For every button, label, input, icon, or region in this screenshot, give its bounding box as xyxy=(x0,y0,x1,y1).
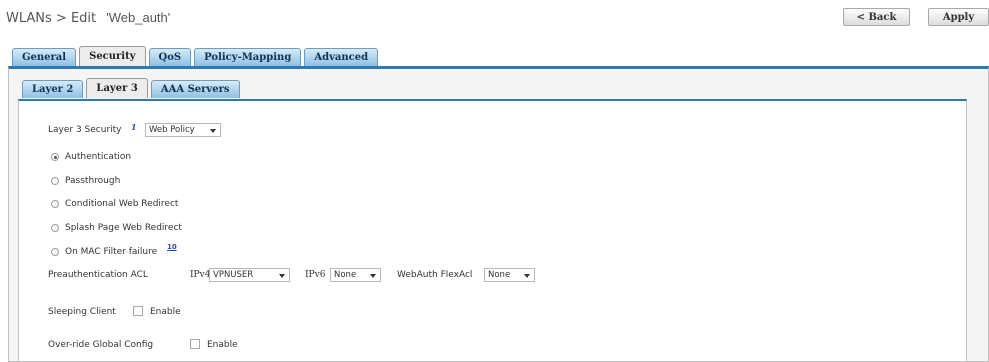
option-passthrough-label: Passthrough xyxy=(65,176,121,186)
tab-qos[interactable]: QoS xyxy=(148,48,192,66)
option-splash-label: Splash Page Web Redirect xyxy=(65,223,182,233)
webauth-flexacl-label: WebAuth FlexAcl xyxy=(397,270,473,280)
option-authentication-label: Authentication xyxy=(65,152,132,162)
ipv4-label: IPv4 xyxy=(190,270,211,280)
sleeping-client-enable-label: Enable xyxy=(150,307,181,317)
tab-general[interactable]: General xyxy=(12,48,77,66)
override-global-config-label: Over-ride Global Config xyxy=(48,340,154,350)
ipv4-acl-value: VPNUSER xyxy=(213,270,254,280)
layer3-security-select[interactable]: Web Policy xyxy=(145,123,221,137)
option-conditional-label: Conditional Web Redirect xyxy=(65,199,179,209)
sleeping-client-label: Sleeping Client xyxy=(48,307,116,317)
footnote-link[interactable]: 10 xyxy=(167,243,177,251)
ipv6-label: IPv6 xyxy=(305,270,326,280)
radio-splash-page-web-redirect[interactable] xyxy=(51,224,59,232)
ipv6-acl-select[interactable]: None xyxy=(330,268,381,282)
wlan-name: 'Web_auth' xyxy=(106,10,171,25)
layer3-security-label: Layer 3 Security xyxy=(48,125,122,135)
subtab-layer2[interactable]: Layer 2 xyxy=(22,80,84,98)
tab-security[interactable]: Security xyxy=(79,46,146,66)
webauth-flexacl-select[interactable]: None xyxy=(484,268,535,282)
apply-button[interactable]: Apply xyxy=(928,8,989,26)
radio-authentication[interactable] xyxy=(51,153,59,161)
webauth-flexacl-value: None xyxy=(488,270,511,280)
override-global-config-checkbox[interactable] xyxy=(190,339,200,349)
tab-advanced[interactable]: Advanced xyxy=(304,48,379,66)
ipv6-acl-value: None xyxy=(334,270,357,280)
radio-passthrough[interactable] xyxy=(51,177,59,185)
ipv4-acl-select[interactable]: VPNUSER xyxy=(209,268,290,282)
breadcrumb: WLANs > Edit 'Web_auth' xyxy=(6,10,170,26)
radio-conditional-web-redirect[interactable] xyxy=(51,200,59,208)
override-enable-label: Enable xyxy=(207,340,238,350)
layer3-security-value: Web Policy xyxy=(149,125,195,135)
chevron-down-icon xyxy=(279,274,285,278)
chevron-down-icon xyxy=(524,274,530,278)
breadcrumb-path: WLANs > Edit xyxy=(6,11,97,26)
security-subtabs: Layer 2 Layer 3 AAA Servers xyxy=(22,78,240,98)
chevron-down-icon xyxy=(370,274,376,278)
tab-policy-mapping[interactable]: Policy-Mapping xyxy=(194,48,302,66)
option-mac-filter-label: On MAC Filter failure xyxy=(65,247,158,257)
main-tabs: General Security QoS Policy-Mapping Adva… xyxy=(12,46,379,66)
back-button[interactable]: < Back xyxy=(843,8,910,26)
subtab-layer3[interactable]: Layer 3 xyxy=(86,78,148,98)
sleeping-client-checkbox[interactable] xyxy=(133,306,143,316)
chevron-down-icon xyxy=(210,129,216,133)
preauth-acl-label: Preauthentication ACL xyxy=(48,270,148,280)
radio-on-mac-filter-failure[interactable] xyxy=(51,248,59,256)
subtab-aaa-servers[interactable]: AAA Servers xyxy=(150,80,240,98)
info-icon[interactable]: 1 xyxy=(131,122,137,132)
